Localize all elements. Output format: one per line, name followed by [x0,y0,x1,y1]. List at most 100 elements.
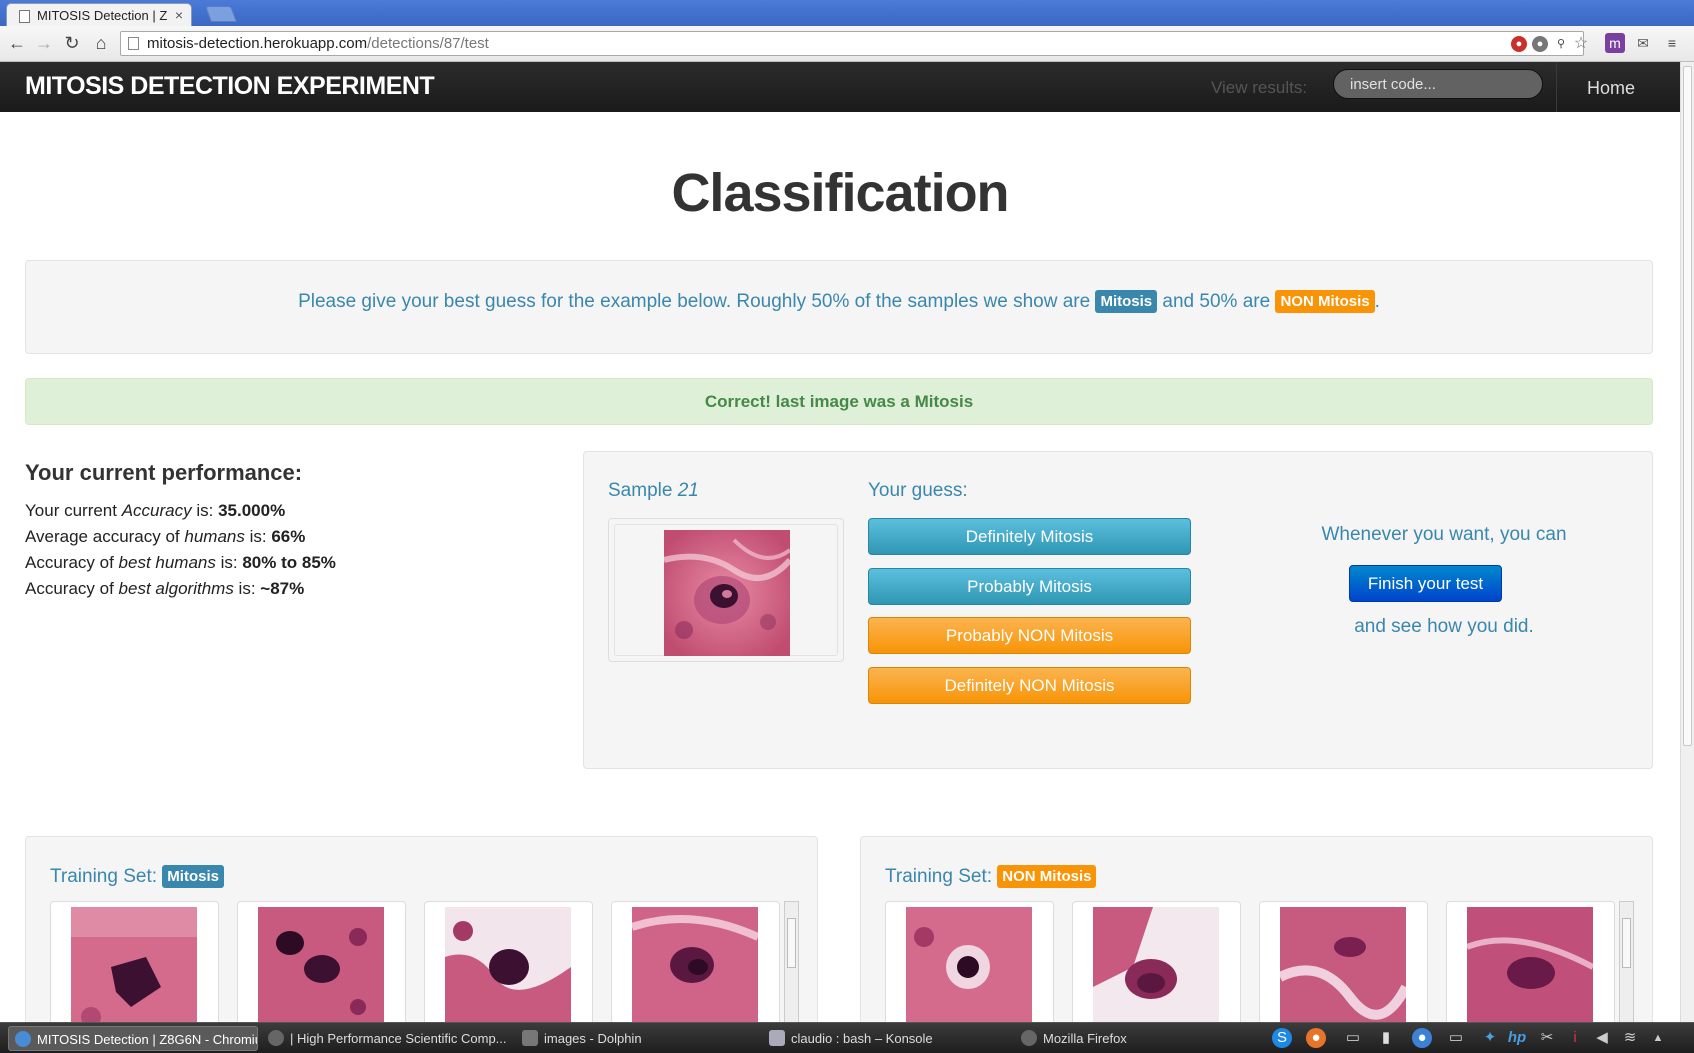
sample-image [664,530,790,656]
volume-icon[interactable]: ◀ [1592,1028,1612,1048]
folder-icon [522,1030,538,1046]
intro-text: . [1374,291,1380,312]
results-code-input[interactable] [1333,69,1543,99]
wifi-icon[interactable]: ≋ [1620,1028,1640,1048]
training-scrollbar[interactable] [1619,901,1634,1022]
definitely-non-mitosis-button[interactable]: Definitely NON Mitosis [868,667,1191,704]
nav-divider [1556,62,1557,112]
training-set-title: Training Set: Mitosis [50,865,224,888]
mail-icon[interactable]: ✉ [1633,33,1653,53]
terminal-icon [769,1030,785,1046]
training-thumbnail [1259,901,1428,1022]
definitely-mitosis-button[interactable]: Definitely Mitosis [868,518,1191,555]
taskbar-item-firefox[interactable]: Mozilla Firefox [1015,1026,1255,1051]
training-thumbnail [1072,901,1241,1022]
sample-number: 21 [677,480,699,501]
intro-text: and 50% are [1157,291,1276,312]
taskbar-item-dolphin[interactable]: images - Dolphin [516,1026,756,1051]
browser-tab-bar: MITOSIS Detection | Z × [0,0,1694,26]
scissors-icon[interactable]: ✂ [1537,1028,1557,1048]
training-thumbnail [885,901,1054,1022]
sample-label: Sample 21 [608,480,699,501]
training-image [1280,907,1406,1022]
training-thumbnail [1446,901,1615,1022]
training-image [445,907,571,1022]
training-set-non-mitosis: Training Set: NON Mitosis [860,836,1653,1022]
training-image [632,907,758,1022]
address-bar[interactable]: mitosis-detection.herokuapp.com/detectio… [120,31,1588,56]
forward-icon[interactable]: → [33,32,55,54]
firefox-icon [1021,1030,1037,1046]
keyboard-layout-icon[interactable]: i [1565,1028,1585,1048]
view-results-label: View results: [1211,78,1308,97]
dropbox-icon[interactable]: ✦ [1480,1028,1500,1048]
back-icon[interactable]: ← [6,32,28,54]
site-brand[interactable]: MITOSIS DETECTION EXPERIMENT [25,72,435,101]
training-scrollbar[interactable] [784,901,799,1022]
training-image [1093,907,1219,1022]
page-icon [128,37,139,50]
taskbar-item-konsole[interactable]: claudio : bash – Konsole [763,1026,1008,1051]
intro-text: Please give your best guess for the exam… [298,291,1096,312]
training-image [71,907,197,1022]
browser-tab-title: MITOSIS Detection | Z [37,8,168,23]
mitosis-label: Mitosis [162,865,224,888]
non-mitosis-label: NON Mitosis [997,865,1097,888]
home-icon[interactable]: ⌂ [90,32,112,54]
probably-mitosis-button[interactable]: Probably Mitosis [868,568,1191,605]
bookmark-star-icon[interactable]: ☆ [1573,36,1589,52]
display-icon[interactable]: ▭ [1446,1028,1466,1048]
taskbar-item-chromium-2[interactable]: | High Performance Scientific Comp... [262,1026,512,1051]
intro-well: Please give your best guess for the exam… [25,260,1653,354]
url-path: /detections/87/test [367,35,489,52]
nav-home-link[interactable]: Home [1587,78,1635,99]
url-host: mitosis-detection.herokuapp.com [147,35,368,52]
guess-label: Your guess: [868,480,968,501]
skype-icon[interactable]: S [1272,1028,1292,1048]
performance-line: Your current Accuracy is: 35.000% [25,501,286,520]
sample-thumbnail [608,518,844,662]
page-scrollbar[interactable] [1680,62,1694,1022]
adblock-icon[interactable]: ● [1511,36,1527,52]
finish-hint-text: Whenever you want, you can [1321,524,1567,545]
training-thumbnail [424,901,593,1022]
os-taskbar: MITOSIS Detection | Z8G6N - Chromium | H… [0,1022,1694,1053]
training-set-mitosis: Training Set: Mitosis [25,836,818,1022]
lightbulb-icon[interactable]: ● [1532,36,1548,52]
page-viewport: MITOSIS DETECTION EXPERIMENT View result… [0,62,1694,1022]
browser-toolbar: ← → ↻ ⌂ mitosis-detection.herokuapp.com/… [0,26,1694,62]
browser-tab-active[interactable]: MITOSIS Detection | Z × [6,3,192,26]
finish-hint-text: and see how you did. [1354,616,1534,637]
result-alert: Correct! last image was a Mitosis [25,378,1653,425]
zoom-icon[interactable]: ⚲ [1553,36,1569,52]
probably-non-mitosis-button[interactable]: Probably NON Mitosis [868,617,1191,654]
performance-title: Your current performance: [25,460,303,485]
reload-icon[interactable]: ↻ [61,32,83,54]
training-set-title: Training Set: NON Mitosis [885,865,1097,888]
tray-expand-icon[interactable]: ▲ [1648,1028,1668,1048]
system-monitor-icon[interactable]: ▭ [1343,1028,1363,1048]
training-thumbnail [237,901,406,1022]
close-icon[interactable]: × [175,7,183,23]
performance-line: Average accuracy of humans is: 66% [25,527,306,546]
training-thumbnail [611,901,780,1022]
menu-icon[interactable]: ≡ [1662,33,1682,53]
finish-test-button[interactable]: Finish your test [1349,565,1502,602]
performance-line: Accuracy of best humans is: 80% to 85% [25,553,336,572]
training-image [258,907,384,1022]
mitosis-label: Mitosis [1095,290,1158,313]
firefox-icon[interactable]: ● [1306,1028,1326,1048]
new-tab-button[interactable] [205,6,237,22]
site-navbar: MITOSIS DETECTION EXPERIMENT View result… [0,62,1680,112]
extension-m-icon[interactable]: m [1605,33,1625,53]
network-usage-icon[interactable]: ▮ [1376,1028,1396,1048]
classification-panel: Sample 21 Your guess: Definitely Mitosis… [583,451,1653,769]
training-image [906,907,1032,1022]
taskbar-item-chromium[interactable]: MITOSIS Detection | Z8G6N - Chromium [8,1026,258,1051]
hp-icon[interactable]: hp [1507,1028,1527,1048]
chromium-icon[interactable]: ● [1412,1028,1432,1048]
chromium-icon [15,1031,31,1047]
page-title: Classification [671,163,1009,223]
non-mitosis-label: NON Mitosis [1275,290,1375,313]
performance-line: Accuracy of best algorithms is: ~87% [25,579,305,598]
